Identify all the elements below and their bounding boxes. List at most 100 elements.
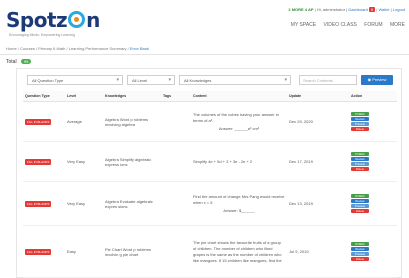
level-select[interactable]: All Level ▾ [127,75,175,85]
action-cell: Publish Review Preview Delete [349,225,397,278]
update-cell: Dec 29, 2020 [287,101,349,142]
content-text: Simplify 4e + 5d + 3 + 3e - 2e + 2 [193,158,253,164]
answer-text: Answer: ______a³ cm³ [218,125,260,131]
level-cell: Very Easy [65,141,103,182]
total-summary: Total 99 [6,59,32,65]
knowledge-cell: Algebra Evaluate algebraic expres sions [103,181,161,226]
error-bank-panel: All Question Type ▾ All Level ▾ All Know… [16,68,402,278]
preview-row-button[interactable]: Preview [351,162,369,166]
table-header-row: Question Type Level Knowledges Tags Cont… [23,91,397,102]
logout-link[interactable]: Logout [393,7,405,12]
logo-o-icon [68,11,86,28]
col-level[interactable]: Level [65,91,103,102]
action-cell: Publish Review Preview Delete [349,141,397,182]
tagline: Encouraging Minds, Empowering Learning [9,33,75,37]
content-cell: The pie chart shows the favourite fruits… [191,225,287,278]
nav-forum[interactable]: FORUM [364,22,382,28]
user-topbar: 2 MORE 4 AP | Hi, adminstrator | Dashboa… [288,7,405,12]
publish-button[interactable]: Publish [351,242,369,246]
spotzon-logo[interactable]: Spotz n [6,8,100,32]
col-action: Action [349,91,397,102]
welcome-text: Hi, adminstrator [316,7,346,12]
table-row: FILL IN BLANKS Average Algebra Word p ro… [23,101,397,142]
nav-my-space[interactable]: MY SPACE [291,22,316,28]
preview-button[interactable]: ◉ Preview [361,75,393,85]
table-row: FILL IN BLANKS Easy Pie Chart Word p rob… [23,225,397,278]
knowledge-cell: Algebra Word p roblems involving algebra [103,101,161,142]
question-type-badge: FILL IN BLANKS [25,118,52,125]
filter-bar: All Question Type ▾ All Level ▾ All Know… [27,75,393,85]
knowledges-select[interactable]: All Knowledges ▾ [179,75,291,85]
nav-video-class[interactable]: VIDEO CLASS [324,22,357,28]
delete-button[interactable]: Delete [351,127,369,131]
col-update[interactable]: Update [287,91,349,102]
question-type-badge: FILL IN BLANKS [25,158,52,165]
content-text: Find the amount of change Mrs Pang would… [193,193,285,205]
tags-cell [161,141,191,182]
preview-row-button[interactable]: Preview [351,204,369,208]
answer-text: Answer: $______ [223,207,255,213]
review-button[interactable]: Review [351,199,369,203]
breadcrumb-home[interactable]: Home [6,46,17,51]
question-type-select[interactable]: All Question Type ▾ [27,75,123,85]
content-cell: Find the amount of change Mrs Pang would… [191,181,287,226]
tags-cell [161,181,191,226]
level-value: All Level [132,78,148,83]
questions-table: Question Type Level Knowledges Tags Cont… [23,91,397,278]
chevron-down-icon: ▾ [116,77,119,83]
eye-icon: ◉ [367,77,372,82]
update-cell: Dec 13, 2019 [287,181,349,226]
question-type-badge: FILL IN BLANKS [25,200,52,207]
review-button[interactable]: Review [351,247,369,251]
chevron-down-icon: ▾ [284,77,287,83]
wallet-link[interactable]: Wallet [379,7,390,12]
col-knowledges[interactable]: Knowledges [103,91,161,102]
search-input[interactable]: Search Contents [299,75,357,85]
publish-button[interactable]: Publish [351,194,369,198]
level-cell: Easy [65,225,103,278]
breadcrumb-course[interactable]: Primary 6 Math [38,46,65,51]
publish-button[interactable]: Publish [351,112,369,116]
nav-more[interactable]: MORE [390,22,405,28]
breadcrumb-summary[interactable]: Learning Performance Summary [69,46,127,51]
breadcrumb-courses[interactable]: Courses [20,46,35,51]
alerts-badge[interactable]: 0 [369,7,376,12]
tags-cell [161,225,191,278]
question-type-value: All Question Type [32,78,64,83]
publish-button[interactable]: Publish [351,152,369,156]
col-tags[interactable]: Tags [161,91,191,102]
content-text: The volumes of the cubes having your ans… [193,111,279,123]
review-button[interactable]: Review [351,157,369,161]
dashboard-link[interactable]: Dashboard [348,7,368,12]
delete-button[interactable]: Delete [351,257,369,261]
level-cell: Average [65,101,103,142]
chevron-down-icon: ▾ [168,77,171,83]
preview-button-label: Preview [372,77,387,82]
total-label: Total [6,59,17,65]
total-count-badge: 99 [20,59,32,64]
content-cell: The volumes of the cubes having your ans… [191,101,287,142]
question-type-badge: FILL IN BLANKS [25,248,52,255]
breadcrumb-current: Error Bank [129,46,150,51]
tags-cell [161,101,191,142]
col-content[interactable]: Content [191,91,287,102]
divider [0,54,409,55]
content-cell: Simplify 4e + 5d + 3 + 3e - 2e + 2 [191,141,287,182]
main-nav: MY SPACE VIDEO CLASS FORUM MORE [285,22,405,28]
knowledge-cell: Pie Chart Word p roblems involvin g pie … [103,225,161,278]
logo-text-left: Spotz [6,8,68,32]
level-cell: Very Easy [65,181,103,226]
preview-row-button[interactable]: Preview [351,122,369,126]
delete-button[interactable]: Delete [351,167,369,171]
knowledges-value: All Knowledges [184,78,212,83]
header: Spotz n Encouraging Minds, Empowering Lea… [0,0,409,44]
col-question-type[interactable]: Question Type [23,91,65,102]
action-cell: Publish Review Preview Delete [349,181,397,226]
logo-text-right: n [86,8,100,32]
table-row: FILL IN BLANKS Very Easy Algebra Simplif… [23,141,397,182]
breadcrumb: Home / Courses / Primary 6 Math / Learni… [6,46,150,51]
preview-row-button[interactable]: Preview [351,252,369,256]
table-row: FILL IN BLANKS Very Easy Algebra Evaluat… [23,181,397,226]
review-button[interactable]: Review [351,117,369,121]
delete-button[interactable]: Delete [351,209,369,213]
